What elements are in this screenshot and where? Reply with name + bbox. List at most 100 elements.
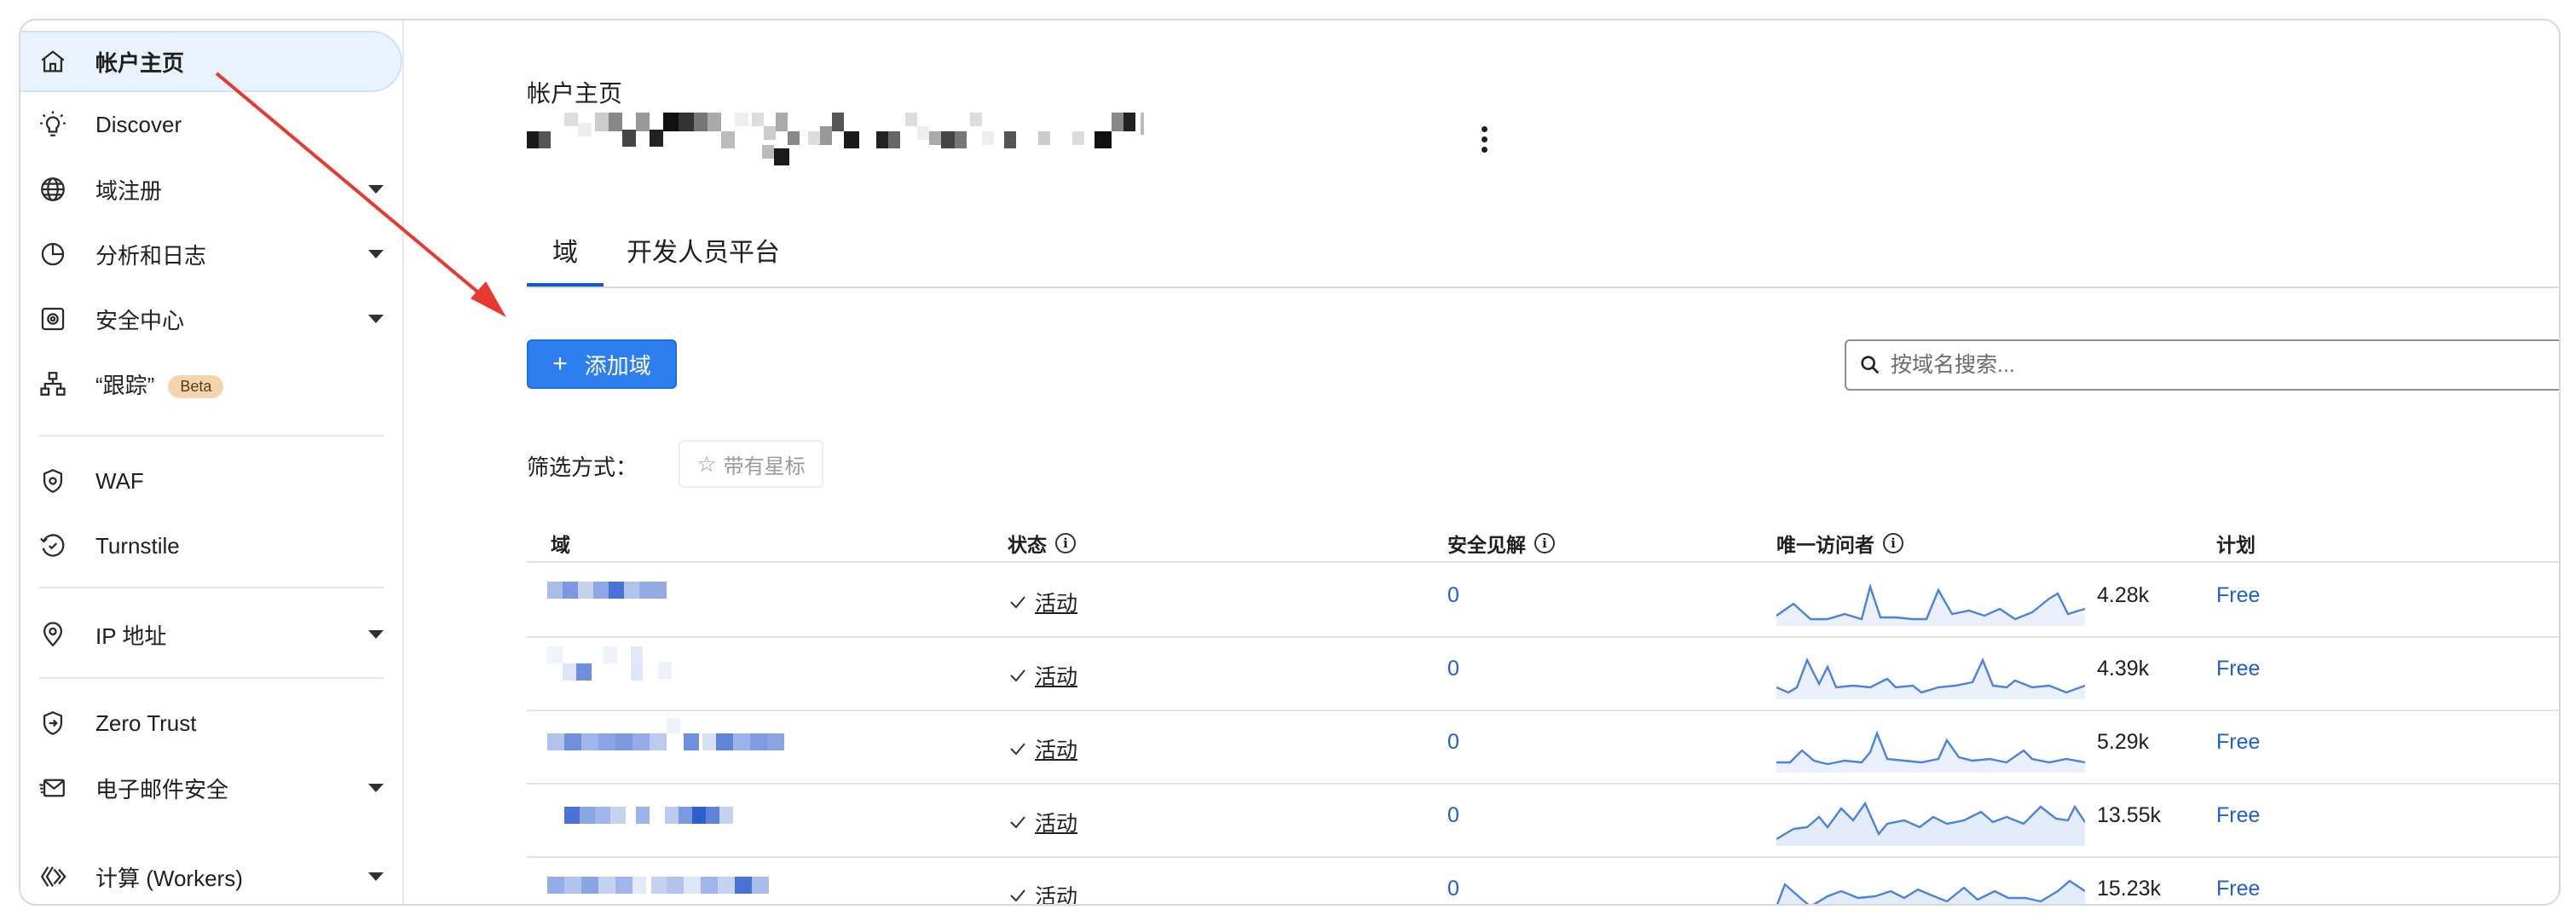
starred-filter-button[interactable]: ☆ 带有星标 bbox=[679, 440, 823, 488]
insights-value[interactable]: 0 bbox=[1447, 657, 1459, 681]
redacted-domain-name[interactable] bbox=[547, 718, 803, 752]
sidebar-item-label: 域注册 bbox=[95, 177, 163, 204]
chevron-down-icon[interactable] bbox=[368, 630, 384, 639]
status-link[interactable]: 活动 bbox=[1035, 733, 1077, 764]
insights-value[interactable]: 0 bbox=[1447, 730, 1459, 755]
safe-icon bbox=[38, 304, 68, 334]
checkmark-icon bbox=[1010, 596, 1025, 609]
chevron-down-icon[interactable] bbox=[368, 784, 384, 792]
status-cell: 活动 bbox=[1008, 807, 1077, 837]
chevron-down-icon[interactable] bbox=[368, 185, 384, 194]
sidebar-item-turnstile[interactable]: Turnstile bbox=[20, 515, 402, 576]
status-link[interactable]: 活动 bbox=[1035, 660, 1077, 691]
chevron-down-icon[interactable] bbox=[368, 315, 384, 323]
plus-icon: + bbox=[552, 350, 568, 378]
table-divider bbox=[527, 710, 2559, 711]
globe-icon bbox=[38, 174, 68, 205]
sidebar-item-domain-registration[interactable]: 域注册 bbox=[20, 159, 402, 220]
lightbulb-icon bbox=[38, 109, 68, 140]
star-icon: ☆ bbox=[696, 450, 717, 477]
insights-value[interactable]: 0 bbox=[1447, 803, 1459, 828]
status-cell: 活动 bbox=[1008, 660, 1077, 691]
add-domain-button[interactable]: + 添加域 bbox=[527, 339, 677, 389]
sidebar-item-label: Zero Trust bbox=[95, 710, 197, 736]
pie-chart-icon bbox=[38, 239, 68, 269]
insights-value[interactable]: 0 bbox=[1447, 583, 1459, 608]
tab-label: 域 bbox=[552, 239, 578, 267]
email-icon bbox=[38, 773, 68, 803]
sidebar-item-email-security[interactable]: 电子邮件安全 bbox=[20, 757, 402, 819]
sidebar-item-label: 分析和日志 bbox=[95, 242, 207, 269]
chevron-down-icon[interactable] bbox=[368, 872, 384, 881]
checkmark-icon bbox=[1010, 816, 1025, 829]
sidebar-divider bbox=[39, 435, 384, 437]
sidebar-item-ip-addresses[interactable]: IP 地址 bbox=[20, 604, 402, 665]
redacted-domain-name[interactable] bbox=[547, 566, 675, 600]
info-icon[interactable]: i bbox=[1534, 533, 1555, 553]
filter-label: 筛选方式： bbox=[527, 455, 638, 480]
sidebar-item-security-center[interactable]: 安全中心 bbox=[20, 288, 402, 350]
sidebar-item-label: Turnstile bbox=[95, 532, 180, 559]
redacted-domain-name[interactable] bbox=[547, 791, 760, 825]
checkmark-icon bbox=[1010, 889, 1025, 902]
column-header-domain: 域 bbox=[551, 529, 570, 558]
starred-filter-label: 带有星标 bbox=[723, 455, 806, 478]
status-cell: 活动 bbox=[1008, 733, 1077, 764]
sidebar: 帐户主页 Discover 域注册 分析和日志 安全中心 “跟踪” Beta W… bbox=[20, 20, 404, 904]
sidebar-item-label: IP 地址 bbox=[95, 623, 167, 649]
info-icon[interactable]: i bbox=[1055, 533, 1076, 553]
redacted-domain-name[interactable] bbox=[547, 646, 675, 681]
checkmark-icon bbox=[1010, 743, 1025, 756]
sidebar-item-label: 计算 (Workers) bbox=[95, 865, 243, 891]
more-options-icon[interactable] bbox=[1480, 126, 1488, 160]
column-header-label: 状态 bbox=[1008, 534, 1047, 556]
plan-link[interactable]: Free bbox=[2216, 730, 2260, 755]
home-icon bbox=[38, 46, 68, 77]
column-header-label: 安全见解 bbox=[1447, 534, 1526, 556]
status-link[interactable]: 活动 bbox=[1035, 587, 1077, 617]
column-header-visitors: 唯一访问者 i bbox=[1776, 529, 1903, 558]
redacted-domain-name[interactable] bbox=[547, 865, 803, 899]
table-divider bbox=[527, 783, 2559, 785]
plan-link[interactable]: Free bbox=[2216, 803, 2260, 828]
plan-link[interactable]: Free bbox=[2216, 877, 2260, 901]
sidebar-divider bbox=[39, 677, 384, 679]
sidebar-item-label: 电子邮件安全 bbox=[95, 776, 229, 802]
shield-gear-icon bbox=[38, 466, 68, 496]
visitors-value: 5.29k bbox=[2097, 730, 2150, 754]
search-input[interactable] bbox=[1889, 351, 2559, 379]
chevron-down-icon[interactable] bbox=[368, 250, 384, 258]
status-cell: 活动 bbox=[1008, 880, 1077, 904]
column-header-insights: 安全见解 i bbox=[1447, 529, 1555, 558]
beta-badge: Beta bbox=[168, 375, 224, 399]
column-header-label: 唯一访问者 bbox=[1776, 534, 1874, 556]
insights-value[interactable]: 0 bbox=[1447, 877, 1459, 901]
column-header-label: 计划 bbox=[2216, 534, 2255, 556]
tab-developer-platform[interactable]: 开发人员平台 bbox=[622, 215, 784, 285]
tab-bar: 域 开发人员平台 bbox=[527, 215, 2559, 288]
turnstile-icon bbox=[38, 530, 68, 561]
plan-link[interactable]: Free bbox=[2216, 657, 2260, 681]
status-link[interactable]: 活动 bbox=[1035, 880, 1077, 904]
sidebar-item-zero-trust[interactable]: Zero Trust bbox=[20, 692, 402, 754]
sidebar-item-label: 安全中心 bbox=[95, 307, 185, 333]
add-domain-label: 添加域 bbox=[584, 352, 651, 379]
column-header-plan: 计划 bbox=[2216, 529, 2255, 558]
sidebar-item-compute-workers[interactable]: 计算 (Workers) bbox=[20, 846, 402, 904]
visitors-value: 4.28k bbox=[2097, 583, 2150, 607]
info-icon[interactable]: i bbox=[1883, 533, 1903, 553]
sidebar-item-label: WAF bbox=[95, 467, 144, 494]
plan-link[interactable]: Free bbox=[2216, 583, 2260, 608]
tab-domains[interactable]: 域 bbox=[527, 215, 604, 287]
sidebar-item-waf[interactable]: WAF bbox=[20, 450, 402, 512]
table-divider bbox=[527, 856, 2559, 858]
domain-search-box[interactable] bbox=[1845, 339, 2559, 391]
sidebar-item-account-home[interactable]: 帐户主页 bbox=[20, 31, 402, 92]
column-header-status: 状态 i bbox=[1008, 529, 1076, 558]
main-content: 帐户主页 域 开发人员平台 + 添加域 按域名搜索... 筛选方式： ☆ 带有星… bbox=[404, 20, 2559, 904]
status-link[interactable]: 活动 bbox=[1035, 807, 1077, 837]
sidebar-item-analytics-logs[interactable]: 分析和日志 bbox=[20, 223, 402, 285]
sidebar-item-trace[interactable]: “跟踪” Beta bbox=[20, 353, 402, 414]
sidebar-item-discover[interactable]: Discover bbox=[20, 94, 402, 155]
visitors-sparkline bbox=[1776, 657, 2085, 699]
